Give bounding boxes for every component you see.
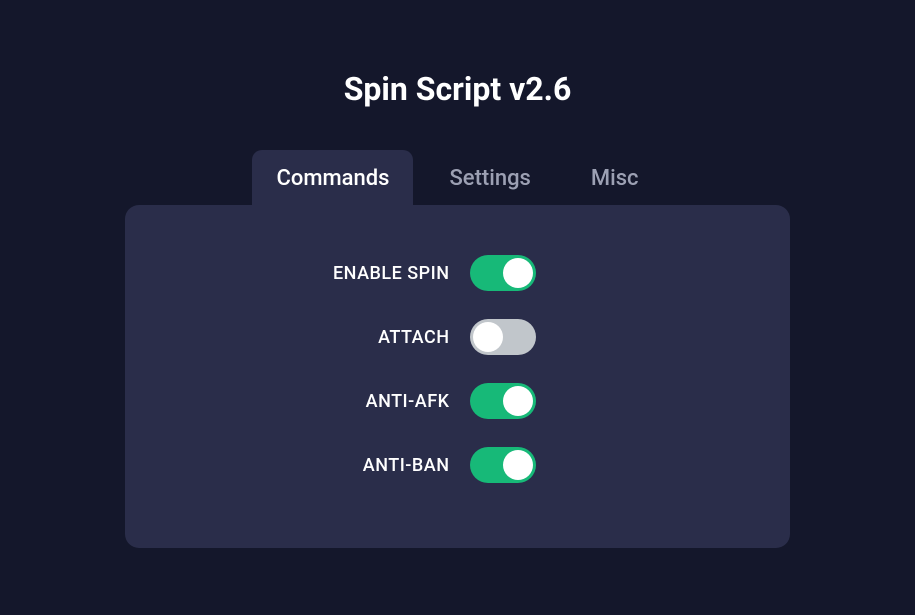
toggle-knob	[473, 322, 503, 352]
label-attach: ATTACH	[250, 327, 450, 348]
row-anti-ban: ANTI-BAN	[125, 447, 790, 483]
tab-misc[interactable]: Misc	[567, 150, 663, 211]
toggle-enable-spin[interactable]	[470, 255, 536, 291]
row-anti-afk: ANTI-AFK	[125, 383, 790, 419]
tab-settings[interactable]: Settings	[425, 150, 554, 211]
toggle-knob	[503, 386, 533, 416]
toggle-anti-ban[interactable]	[470, 447, 536, 483]
tab-commands[interactable]: Commands	[252, 150, 413, 211]
toggle-anti-afk[interactable]	[470, 383, 536, 419]
toggle-knob	[503, 450, 533, 480]
page-title: Spin Script v2.6	[344, 70, 572, 108]
label-anti-ban: ANTI-BAN	[250, 455, 450, 476]
commands-panel: ENABLE SPIN ATTACH ANTI-AFK	[125, 205, 790, 548]
row-enable-spin: ENABLE SPIN	[125, 255, 790, 291]
label-enable-spin: ENABLE SPIN	[250, 263, 450, 284]
toggle-knob	[503, 258, 533, 288]
row-attach: ATTACH	[125, 319, 790, 355]
tab-bar: Commands Settings Misc	[252, 150, 662, 211]
toggle-attach[interactable]	[470, 319, 536, 355]
label-anti-afk: ANTI-AFK	[250, 391, 450, 412]
